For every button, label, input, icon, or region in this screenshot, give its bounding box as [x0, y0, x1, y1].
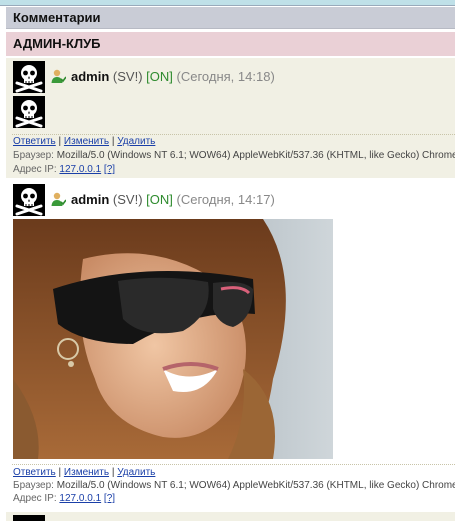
action-separator: |	[58, 136, 62, 147]
comment-post: admin (SV!) [ON] (Сегодня, 14:18) Ответи…	[6, 58, 455, 178]
author-rank: (SV!)	[112, 192, 143, 207]
club-title: АДМИН-КЛУБ	[13, 36, 101, 51]
skull-avatar-icon[interactable]	[13, 184, 45, 216]
author-name[interactable]: admin	[71, 192, 109, 207]
comments-header: Комментарии	[6, 7, 455, 29]
post-actions: Ответить | Изменить | Удалить	[13, 136, 155, 147]
ip-help-link[interactable]: [?]	[104, 164, 115, 175]
edit-link[interactable]: Изменить	[64, 136, 109, 147]
action-separator: |	[58, 467, 62, 478]
browser-value: Mozilla/5.0 (Windows NT 6.1; WOW64) Appl…	[56, 150, 455, 161]
ip-link[interactable]: 127.0.0.1	[59, 164, 101, 175]
browser-info: Браузер: Mozilla/5.0 (Windows NT 6.1; WO…	[13, 480, 455, 491]
post-meta: admin (SV!) [ON] (Сегодня, 14:18)	[71, 69, 275, 85]
delete-link[interactable]: Удалить	[117, 136, 155, 147]
browser-label: Браузер:	[13, 150, 54, 161]
edit-link[interactable]: Изменить	[64, 467, 109, 478]
post-date: (Сегодня, 14:18)	[176, 69, 275, 84]
action-separator: |	[111, 136, 115, 147]
post-actions: Ответить | Изменить | Удалить	[13, 467, 155, 478]
reply-link[interactable]: Ответить	[13, 467, 56, 478]
post-date: (Сегодня, 14:17)	[176, 192, 275, 207]
action-separator: |	[111, 467, 115, 478]
ip-help-link[interactable]: [?]	[104, 493, 115, 504]
post-divider	[12, 464, 455, 465]
reply-link[interactable]: Ответить	[13, 136, 56, 147]
club-banner: АДМИН-КЛУБ	[6, 32, 455, 56]
skull-avatar-icon[interactable]	[13, 61, 45, 93]
browser-label: Браузер:	[13, 480, 54, 491]
ip-link[interactable]: 127.0.0.1	[59, 493, 101, 504]
author-rank: (SV!)	[112, 69, 143, 84]
comment-post: admin (SV!) [ON] (Сегодня, 14:17) Ответи…	[6, 181, 455, 511]
post-meta: admin (SV!) [ON] (Сегодня, 14:17)	[71, 192, 275, 208]
top-divider	[0, 5, 455, 6]
user-online-icon	[50, 191, 67, 207]
skull-avatar-icon[interactable]	[13, 515, 45, 521]
delete-link[interactable]: Удалить	[117, 467, 155, 478]
ip-info: Адрес IP: 127.0.0.1 [?]	[13, 493, 115, 504]
author-name[interactable]: admin	[71, 69, 109, 84]
ip-label: Адрес IP:	[13, 164, 57, 175]
user-online-icon	[50, 68, 67, 84]
skull-content-icon	[13, 96, 45, 128]
comments-title: Комментарии	[13, 10, 101, 25]
browser-info: Браузер: Mozilla/5.0 (Windows NT 6.1; WO…	[13, 150, 455, 161]
post-photo	[13, 219, 333, 459]
ip-info: Адрес IP: 127.0.0.1 [?]	[13, 164, 115, 175]
comment-post-partial	[6, 512, 455, 521]
browser-value: Mozilla/5.0 (Windows NT 6.1; WOW64) Appl…	[56, 480, 455, 491]
online-status: [ON]	[146, 69, 173, 84]
post-divider	[12, 134, 455, 135]
online-status: [ON]	[146, 192, 173, 207]
ip-label: Адрес IP:	[13, 493, 57, 504]
